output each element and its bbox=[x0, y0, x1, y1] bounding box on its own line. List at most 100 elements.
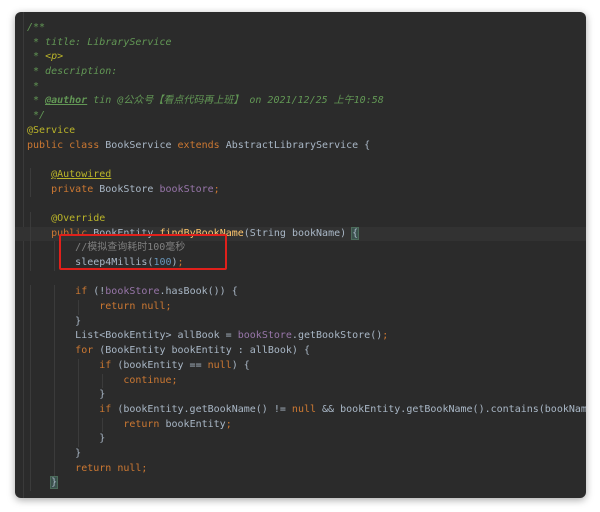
indent-guide bbox=[78, 402, 80, 418]
code-line[interactable]: List<BookEntity> allBook = bookStore.get… bbox=[15, 329, 586, 345]
code-line[interactable]: private BookStore bookStore; bbox=[15, 182, 586, 198]
code-token: tin @公众号【看点代码再上班】 on 2021/12/25 上午10:58 bbox=[87, 95, 384, 107]
code-token: private bbox=[51, 183, 100, 195]
code-editor[interactable]: /** * title: LibraryService * <p> * desc… bbox=[15, 12, 586, 498]
indent-guide bbox=[78, 432, 80, 447]
indent-guide bbox=[30, 167, 31, 183]
code-line[interactable]: } bbox=[15, 388, 586, 403]
code-token: BookStore bbox=[99, 183, 160, 195]
code-line[interactable]: public class BookService extends Abstrac… bbox=[15, 139, 586, 154]
code-token: for bbox=[75, 345, 100, 357]
code-line[interactable]: * title: LibraryService bbox=[15, 36, 586, 51]
code-token: } bbox=[75, 315, 82, 327]
code-line[interactable]: } bbox=[15, 476, 586, 491]
code-area[interactable]: /** * title: LibraryService * <p> * desc… bbox=[15, 21, 586, 491]
code-token: public bbox=[51, 227, 94, 239]
indent-guide bbox=[30, 461, 31, 477]
code-token: && bookEntity.getBookName().contains(boo… bbox=[322, 403, 586, 415]
code-token: * bbox=[27, 95, 46, 107]
indent-guide bbox=[78, 388, 80, 403]
code-line[interactable]: * bbox=[15, 80, 586, 95]
code-line[interactable]: } bbox=[15, 446, 586, 462]
code-token: ) { bbox=[231, 359, 250, 371]
indent-guide bbox=[30, 300, 31, 315]
code-token: continue; bbox=[123, 374, 178, 386]
code-line[interactable]: /** bbox=[15, 21, 586, 36]
code-token: } bbox=[50, 476, 59, 490]
indent-guide bbox=[102, 373, 104, 389]
indent-guide bbox=[54, 300, 56, 315]
code-line[interactable]: return null; bbox=[15, 461, 586, 477]
indent-guide bbox=[30, 314, 31, 330]
code-line[interactable] bbox=[15, 197, 586, 212]
indent-guide bbox=[54, 344, 56, 359]
code-token: BookService bbox=[105, 139, 178, 151]
code-line[interactable]: return bookEntity; bbox=[15, 417, 586, 433]
indent-guide bbox=[30, 211, 31, 227]
code-token: @Override bbox=[51, 212, 106, 224]
code-line[interactable]: if (!bookStore.hasBook()) { bbox=[15, 285, 586, 301]
code-token: List<BookEntity> allBook = bbox=[75, 330, 238, 342]
indent-guide bbox=[54, 373, 56, 389]
code-token: * title: LibraryService bbox=[27, 36, 172, 48]
indent-guide bbox=[30, 373, 31, 389]
code-line[interactable]: @Autowired bbox=[15, 167, 586, 183]
code-token: @Autowired bbox=[51, 168, 112, 180]
code-line[interactable]: } bbox=[15, 314, 586, 330]
code-token: .getBookStore() bbox=[291, 330, 383, 342]
code-line[interactable]: * description: bbox=[15, 65, 586, 80]
indent-guide bbox=[30, 182, 31, 198]
code-line[interactable] bbox=[15, 153, 586, 168]
code-line[interactable]: if (bookEntity.getBookName() != null && … bbox=[15, 402, 586, 418]
code-line[interactable]: return null; bbox=[15, 300, 586, 315]
code-line[interactable]: * @author tin @公众号【看点代码再上班】 on 2021/12/2… bbox=[15, 94, 586, 109]
code-line[interactable]: sleep4Millis(100); bbox=[15, 256, 586, 271]
code-line[interactable]: for (BookEntity bookEntity : allBook) { bbox=[15, 344, 586, 359]
code-token: (! bbox=[93, 286, 106, 298]
indent-guide bbox=[78, 417, 80, 433]
code-token: * bbox=[27, 51, 46, 63]
indent-guide bbox=[54, 241, 56, 256]
code-line[interactable]: //模拟查询耗时100毫秒 bbox=[15, 241, 586, 256]
indent-guide bbox=[78, 373, 80, 389]
code-token: if bbox=[99, 403, 118, 415]
code-line[interactable]: */ bbox=[15, 109, 586, 124]
indent-guide bbox=[30, 402, 31, 418]
code-line[interactable]: if (bookEntity == null) { bbox=[15, 358, 586, 374]
indent-guide bbox=[30, 256, 31, 271]
code-line[interactable]: @Override bbox=[15, 211, 586, 227]
code-line[interactable] bbox=[15, 271, 586, 286]
indent-guide bbox=[30, 432, 31, 447]
code-line[interactable]: @Service bbox=[15, 124, 586, 139]
code-token: //模拟查询耗时100毫秒 bbox=[75, 242, 186, 254]
code-token: return bbox=[123, 418, 166, 430]
code-token: 100 bbox=[153, 257, 172, 268]
indent-guide bbox=[54, 402, 56, 418]
indent-guide bbox=[30, 388, 31, 403]
code-token: } bbox=[99, 389, 106, 401]
code-token: (BookEntity bookEntity : allBook) { bbox=[99, 345, 310, 357]
code-line[interactable]: public BookEntity findByBookName(String … bbox=[15, 226, 586, 242]
indent-guide bbox=[78, 358, 80, 374]
indent-guide bbox=[54, 432, 56, 447]
code-line[interactable]: * <p> bbox=[15, 50, 586, 65]
code-token: return null; bbox=[99, 301, 172, 313]
code-token: bookEntity bbox=[165, 418, 226, 430]
indent-guide bbox=[54, 285, 56, 301]
code-token: if bbox=[99, 359, 118, 371]
code-token: findByBookName bbox=[159, 227, 244, 239]
code-line[interactable]: } bbox=[15, 432, 586, 447]
indent-guide bbox=[54, 329, 56, 345]
code-token: public class bbox=[27, 139, 106, 151]
code-line[interactable]: continue; bbox=[15, 373, 586, 389]
